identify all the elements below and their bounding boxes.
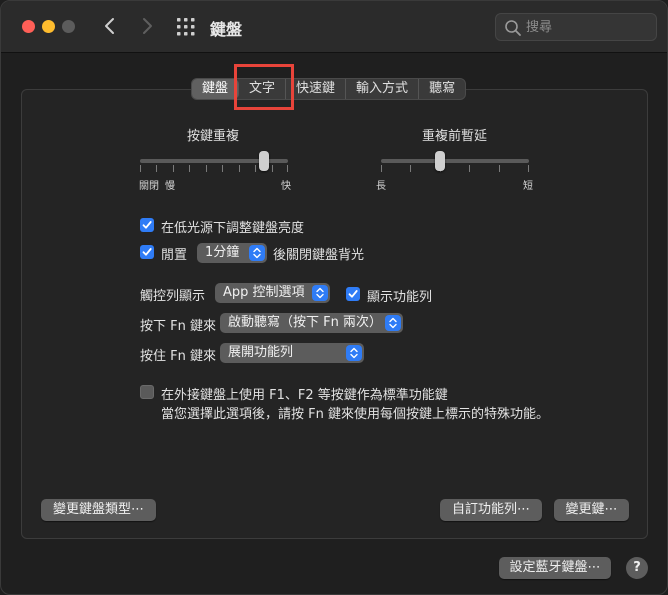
standard-function-keys-label: 在外接鍵盤上使用 F1、F2 等按鍵作為標準功能鍵 bbox=[161, 388, 448, 403]
preferences-window: 鍵盤 鍵盤 文字 快速鍵 輸入方式 聽寫 按鍵重複 關閉 慢 快 重複前暫延 bbox=[0, 0, 668, 595]
delay-long-label: 長 bbox=[376, 181, 386, 192]
minimize-window-button[interactable] bbox=[42, 20, 55, 33]
search-input[interactable] bbox=[526, 18, 646, 36]
popup-arrows-icon bbox=[249, 245, 265, 261]
tab-keyboard[interactable]: 鍵盤 bbox=[192, 79, 240, 99]
press-fn-label: 按下 Fn 鍵來 bbox=[140, 319, 216, 334]
text-tab-highlight-box bbox=[234, 64, 294, 110]
customize-control-strip-button[interactable]: 自訂功能列⋯ bbox=[440, 499, 542, 521]
hold-fn-value: 展開功能列 bbox=[228, 345, 294, 360]
popup-arrows-icon bbox=[385, 315, 401, 331]
press-fn-popup[interactable]: 啟動聽寫（按下 Fn 兩次） bbox=[220, 313, 403, 333]
standard-function-keys-checkbox[interactable] bbox=[140, 385, 154, 399]
idle-after-label: 後關閉鍵盤背光 bbox=[273, 248, 365, 263]
backlight-idle-checkbox[interactable] bbox=[140, 245, 154, 259]
standard-function-keys-note: 當您選擇此選項後，請按 Fn 鍵來使用每個按鍵上標示的特殊功能。 bbox=[161, 407, 549, 422]
key-repeat-knob[interactable] bbox=[259, 151, 269, 171]
search-icon bbox=[505, 20, 521, 36]
zoom-window-button[interactable] bbox=[62, 20, 75, 33]
show-all-grid-icon[interactable] bbox=[176, 17, 196, 37]
idle-duration-value: 1分鐘 bbox=[205, 245, 240, 260]
setup-bluetooth-keyboard-button[interactable]: 設定藍牙鍵盤⋯ bbox=[499, 557, 611, 579]
adjust-brightness-label: 在低光源下調整鍵盤亮度 bbox=[161, 221, 305, 236]
window-title: 鍵盤 bbox=[210, 20, 243, 39]
touch-bar-shows-label: 觸控列顯示 bbox=[140, 289, 206, 304]
touch-bar-shows-value: App 控制選項 bbox=[223, 285, 305, 300]
close-window-button[interactable] bbox=[22, 20, 35, 33]
tab-shortcuts[interactable]: 快速鍵 bbox=[286, 79, 347, 99]
forward-chevron-icon[interactable] bbox=[137, 15, 157, 37]
tab-dictation[interactable]: 聽寫 bbox=[419, 79, 465, 99]
show-control-strip-label: 顯示功能列 bbox=[367, 290, 433, 305]
popup-arrows-icon bbox=[346, 345, 362, 361]
tab-input-sources[interactable]: 輸入方式 bbox=[346, 79, 420, 99]
key-repeat-slow-label: 慢 bbox=[165, 181, 175, 192]
key-repeat-title: 按鍵重複 bbox=[187, 129, 240, 144]
delay-short-label: 短 bbox=[523, 181, 533, 192]
touch-bar-shows-popup[interactable]: App 控制選項 bbox=[215, 283, 330, 303]
hold-fn-label: 按住 Fn 鍵來 bbox=[140, 349, 216, 364]
title-bar: 鍵盤 bbox=[1, 1, 667, 53]
delay-until-repeat-title: 重複前暫延 bbox=[422, 129, 488, 144]
back-chevron-icon[interactable] bbox=[100, 15, 120, 37]
adjust-brightness-checkbox[interactable] bbox=[140, 218, 154, 232]
delay-until-repeat-knob[interactable] bbox=[435, 151, 445, 171]
popup-arrows-icon bbox=[312, 285, 328, 301]
modifier-keys-button[interactable]: 變更鍵⋯ bbox=[554, 499, 629, 521]
tab-bar: 鍵盤 文字 快速鍵 輸入方式 聽寫 bbox=[191, 78, 467, 100]
key-repeat-off-label: 關閉 bbox=[139, 181, 159, 192]
idle-label: 閒置 bbox=[161, 248, 188, 263]
key-repeat-fast-label: 快 bbox=[281, 181, 291, 192]
press-fn-value: 啟動聽寫（按下 Fn 兩次） bbox=[228, 315, 382, 330]
show-control-strip-checkbox[interactable] bbox=[346, 287, 360, 301]
search-field[interactable] bbox=[495, 13, 657, 41]
change-keyboard-type-button[interactable]: 變更鍵盤類型⋯ bbox=[41, 499, 156, 521]
help-button[interactable]: ? bbox=[626, 557, 648, 579]
hold-fn-popup[interactable]: 展開功能列 bbox=[220, 343, 364, 363]
idle-duration-popup[interactable]: 1分鐘 bbox=[197, 243, 267, 263]
